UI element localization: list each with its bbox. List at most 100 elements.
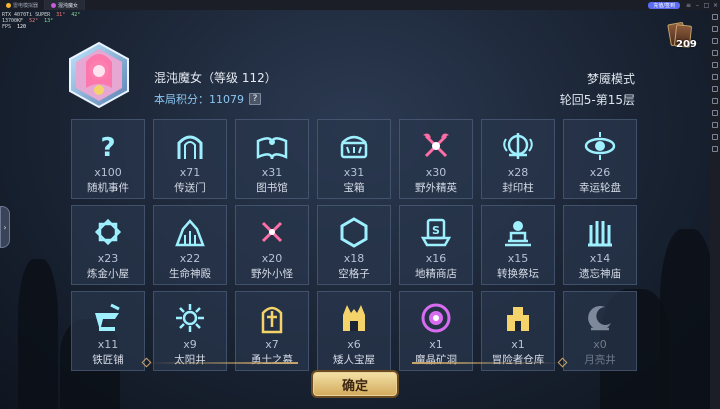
minimize-icon[interactable]: – bbox=[693, 1, 702, 10]
event-count: x11 bbox=[97, 338, 119, 351]
divider-right bbox=[412, 362, 562, 364]
help-button[interactable]: ? bbox=[249, 93, 261, 105]
event-count: x1 bbox=[429, 338, 443, 351]
chest-icon bbox=[336, 128, 372, 164]
emulator-side-toolbar bbox=[710, 10, 720, 409]
life-temple-icon bbox=[172, 214, 208, 250]
score-value: 11079 bbox=[209, 93, 244, 106]
event-name: 封印柱 bbox=[502, 182, 534, 194]
menu-icon[interactable]: ≡ bbox=[684, 1, 693, 10]
lucky-wheel-icon bbox=[582, 128, 618, 164]
side-drawer-handle[interactable]: › bbox=[0, 206, 10, 248]
event-name: 空格子 bbox=[338, 268, 370, 280]
event-count: x30 bbox=[425, 166, 447, 179]
event-count: x28 bbox=[507, 166, 529, 179]
emulator-tab-game[interactable]: 混沌魔女 bbox=[45, 0, 86, 10]
event-count: x6 bbox=[347, 338, 361, 351]
event-card: x7 勇士之墓 bbox=[235, 291, 309, 371]
event-count: x14 bbox=[589, 252, 611, 265]
event-name: 月亮井 bbox=[584, 354, 616, 366]
event-name: 冒险者仓库 bbox=[491, 354, 545, 366]
game-viewport: › 209 混沌魔女（等级 112） 本局积分：11079 ? 梦魇模式 轮回5… bbox=[0, 10, 710, 409]
event-count: x0 bbox=[593, 338, 607, 351]
event-count: x1 bbox=[511, 338, 525, 351]
confirm-button[interactable]: 确定 bbox=[311, 370, 399, 398]
game-logo-icon bbox=[51, 2, 57, 8]
event-name: 地精商店 bbox=[415, 268, 457, 280]
event-card: x23 炼金小屋 bbox=[71, 205, 145, 285]
round-floor: 轮回5-第15层 bbox=[559, 93, 635, 107]
recharge-button[interactable]: 充值/签到 bbox=[648, 1, 680, 9]
event-count: x100 bbox=[94, 166, 122, 179]
event-card: x71 传送门 bbox=[153, 119, 227, 199]
boss-name: 混沌魔女（等级 112） bbox=[154, 71, 277, 85]
event-card: x22 生命神殿 bbox=[153, 205, 227, 285]
hexagon-icon bbox=[336, 214, 372, 250]
event-grid: ? x100 随机事件 x71 传送门 x31 图书馆 x31 宝箱 x30 野外精英 x28 封印柱 x… bbox=[71, 119, 640, 371]
shop-hat-icon: S bbox=[418, 214, 454, 250]
boss-avatar bbox=[68, 41, 130, 109]
library-icon bbox=[254, 128, 290, 164]
event-count: x20 bbox=[261, 252, 283, 265]
volume-icon[interactable] bbox=[712, 62, 718, 68]
difficulty-mode: 梦魇模式 bbox=[586, 72, 635, 86]
event-name: 魔晶矿洞 bbox=[415, 354, 457, 366]
event-count: x23 bbox=[97, 252, 119, 265]
folder-icon[interactable] bbox=[712, 74, 718, 80]
event-name: 勇士之墓 bbox=[251, 354, 293, 366]
event-name: 太阳井 bbox=[174, 354, 206, 366]
event-count: x26 bbox=[589, 166, 611, 179]
event-card: x31 宝箱 bbox=[317, 119, 391, 199]
install-apk-icon[interactable] bbox=[712, 86, 718, 92]
event-card: x28 封印柱 bbox=[481, 119, 555, 199]
emulator-tab-home[interactable]: 雷电模拟器 bbox=[0, 0, 46, 10]
maximize-icon[interactable]: □ bbox=[702, 1, 711, 10]
close-icon[interactable]: × bbox=[711, 1, 720, 10]
event-count: x18 bbox=[343, 252, 365, 265]
event-count: x31 bbox=[343, 166, 365, 179]
score-label: 本局积分：11079 bbox=[154, 93, 244, 106]
event-card: Sx16 地精商店 bbox=[399, 205, 473, 285]
sync-icon[interactable] bbox=[712, 110, 718, 116]
event-name: 幸运轮盘 bbox=[579, 182, 621, 194]
silhouette bbox=[18, 259, 58, 409]
gamepad-icon[interactable] bbox=[712, 26, 718, 32]
event-count: x16 bbox=[425, 252, 447, 265]
event-count: x31 bbox=[261, 166, 283, 179]
emulator-logo-icon bbox=[6, 2, 11, 8]
event-card: x26 幸运轮盘 bbox=[563, 119, 637, 199]
event-name: 铁匠铺 bbox=[92, 354, 124, 366]
more-icon[interactable] bbox=[712, 146, 718, 152]
event-card: x1 魔晶矿洞 bbox=[399, 291, 473, 371]
svg-text:S: S bbox=[432, 224, 440, 237]
alchemy-hut-icon bbox=[90, 214, 126, 250]
event-card: x1 冒险者仓库 bbox=[481, 291, 555, 371]
silhouette bbox=[660, 229, 710, 409]
event-card: x0 月亮井 bbox=[563, 291, 637, 371]
emulator-title-bar: 雷电模拟器 混沌魔女 充值/签到 ≡ – □ × bbox=[0, 0, 720, 10]
dwarf-treasure-icon bbox=[336, 300, 372, 336]
elite-axe-icon bbox=[418, 128, 454, 164]
crystal-cave-icon bbox=[418, 300, 454, 336]
rotate-icon[interactable] bbox=[712, 134, 718, 140]
treasury-icon bbox=[500, 300, 536, 336]
keyboard-icon[interactable] bbox=[712, 14, 718, 20]
card-deck-counter[interactable]: 209 bbox=[667, 21, 697, 50]
portal-icon bbox=[172, 128, 208, 164]
sun-well-icon bbox=[172, 300, 208, 336]
tab-label: 混沌魔女 bbox=[58, 2, 79, 9]
multi-window-icon[interactable] bbox=[712, 98, 718, 104]
event-card: x6 矮人宝屋 bbox=[317, 291, 391, 371]
event-card: ? x100 随机事件 bbox=[71, 119, 145, 199]
event-name: 野外小怪 bbox=[251, 268, 293, 280]
event-card: x18 空格子 bbox=[317, 205, 391, 285]
record-icon[interactable] bbox=[712, 50, 718, 56]
event-name: 随机事件 bbox=[87, 182, 129, 194]
event-card: x14 遗忘神庙 bbox=[563, 205, 637, 285]
shake-icon[interactable] bbox=[712, 122, 718, 128]
event-name: 传送门 bbox=[174, 182, 206, 194]
screenshot-icon[interactable] bbox=[712, 38, 718, 44]
event-count: x22 bbox=[179, 252, 201, 265]
forgotten-temple-icon bbox=[582, 214, 618, 250]
monster-swords-icon bbox=[254, 214, 290, 250]
